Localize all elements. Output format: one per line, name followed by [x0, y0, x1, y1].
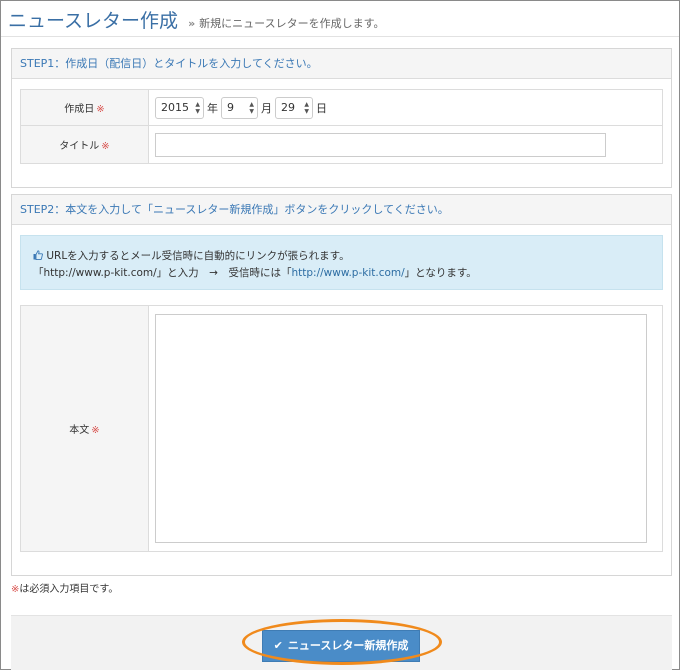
year-select[interactable]: 2015 ▲ ▼	[155, 96, 204, 119]
breadcrumb-chevron-icon: »	[188, 17, 196, 30]
url-info-box: URLを入力するとメール受信時に自動的にリンクが張られます。 「http://w…	[20, 235, 663, 290]
updown-arrow-icon: ▲ ▼	[304, 100, 309, 115]
updown-arrow-icon: ▲ ▼	[249, 100, 254, 115]
date-label: 作成日	[64, 104, 95, 115]
body-label: 本文	[69, 425, 90, 436]
title-label: タイトル	[59, 141, 100, 152]
required-footnote: ※は必須入力項目です。	[11, 580, 118, 595]
info-line-2: 「http://www.p-kit.com/」と入力 → 受信時には「http:…	[33, 265, 662, 282]
date-field-cell: 2015 ▲ ▼ 年 9 ▲ ▼ 月 29 ▲ ▼ 日	[148, 89, 663, 126]
day-value: 29	[281, 100, 295, 114]
example-url-link[interactable]: http://www.p-kit.com/	[291, 267, 404, 279]
info-line-1: URLを入力するとメール受信時に自動的にリンクが張られます。	[33, 248, 662, 265]
title-field-cell	[148, 125, 663, 164]
month-select[interactable]: 9 ▲ ▼	[221, 96, 258, 119]
date-label-cell: 作成日 ※	[20, 89, 149, 126]
step1-form-table: 作成日 ※ 2015 ▲ ▼ 年 9 ▲ ▼ 月 29 ▲ ▼ 日 タイトル ※	[20, 89, 663, 164]
year-value: 2015	[161, 100, 189, 114]
step1-heading: STEP1：作成日（配信日）とタイトルを入力してください。	[12, 49, 671, 79]
required-mark: ※	[91, 425, 100, 436]
page-subtitle-text: 新規にニュースレターを作成します。	[199, 17, 385, 30]
page-header: ニュースレター作成 » 新規にニュースレターを作成します。	[8, 6, 385, 32]
step2-heading: STEP2：本文を入力して「ニュースレター新規作成」ボタンをクリックしてください…	[12, 195, 671, 225]
info-line-2-text-b: 」となります。	[404, 267, 477, 279]
month-unit: 月	[261, 101, 272, 115]
required-footnote-text: は必須入力項目です。	[19, 584, 119, 595]
header-divider	[1, 36, 679, 37]
info-line-2-text-a: 「http://www.p-kit.com/」と入力 → 受信時には「	[33, 267, 292, 279]
body-textarea[interactable]	[155, 314, 647, 543]
year-unit: 年	[207, 101, 218, 115]
updown-arrow-icon: ▲ ▼	[195, 100, 200, 115]
day-select[interactable]: 29 ▲ ▼	[275, 96, 313, 119]
thumbs-up-icon	[33, 250, 46, 262]
required-mark: ※	[101, 141, 110, 152]
highlight-circle	[242, 619, 442, 665]
step2-form-table: 本文 ※	[20, 305, 663, 552]
required-mark: ※	[96, 104, 105, 115]
page-title: ニュースレター作成	[8, 10, 179, 32]
title-label-cell: タイトル ※	[20, 125, 149, 164]
body-label-cell: 本文 ※	[20, 305, 149, 552]
body-field-cell	[148, 305, 663, 552]
step1-panel: STEP1：作成日（配信日）とタイトルを入力してください。 作成日 ※ 2015 …	[11, 48, 672, 188]
step2-panel: STEP2：本文を入力して「ニュースレター新規作成」ボタンをクリックしてください…	[11, 194, 672, 576]
info-line-1-text: URLを入力するとメール受信時に自動的にリンクが張られます。	[46, 250, 350, 262]
day-unit: 日	[316, 101, 327, 115]
title-input[interactable]	[155, 132, 606, 157]
page-subtitle: » 新規にニュースレターを作成します。	[188, 15, 384, 31]
month-value: 9	[227, 100, 234, 114]
textarea-resize-grip[interactable]	[511, 534, 518, 541]
